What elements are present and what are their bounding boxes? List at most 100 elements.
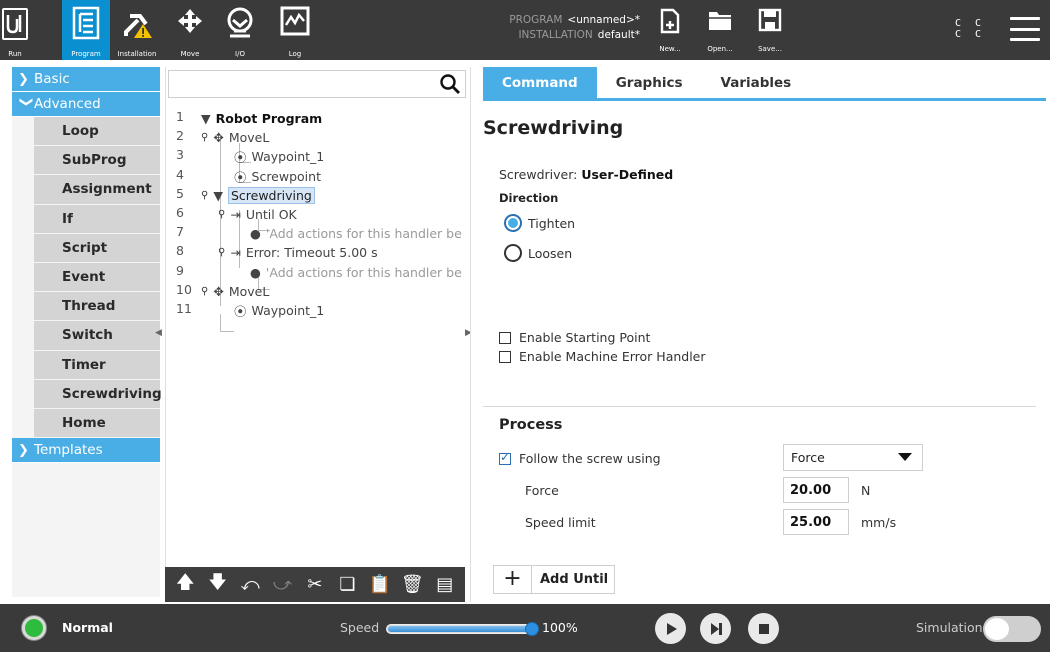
tree-row[interactable]: 3 ⦿ Waypoint_1 xyxy=(166,147,466,166)
tree-row[interactable]: 10 ⚲ ✥ MoveL xyxy=(166,282,466,301)
pin-icon: ⚲ xyxy=(218,247,226,259)
tree-row[interactable]: 5 ⚲ ▼ Screwdriving xyxy=(166,186,466,205)
tree-row[interactable]: 11 ⦿ Waypoint_1 xyxy=(166,301,466,320)
robot-status-indicator[interactable] xyxy=(22,616,46,640)
tree-node-label: Error: Timeout 5.00 s xyxy=(245,245,378,261)
loosen-radio[interactable]: Loosen xyxy=(504,244,572,262)
redo-icon[interactable]: ⤻ xyxy=(270,574,296,595)
program-key: PROGRAM xyxy=(509,14,563,26)
checkbox-checked-icon xyxy=(499,450,511,465)
sidebar-item-script[interactable]: Script xyxy=(34,233,160,263)
direction-label: Direction xyxy=(499,191,559,205)
speed-limit-unit: mm/s xyxy=(861,515,897,530)
step-button[interactable] xyxy=(700,613,731,644)
stop-button[interactable] xyxy=(748,613,779,644)
speed-slider-knob[interactable] xyxy=(525,622,539,636)
undo-icon[interactable]: ⤺ xyxy=(237,574,263,595)
tab-installation[interactable]: Installation xyxy=(112,0,162,60)
tab-io[interactable]: I/O xyxy=(218,0,262,60)
tree-node-label: Waypoint_1 xyxy=(251,149,325,165)
sidebar-item-if[interactable]: If xyxy=(34,204,160,234)
speed-label: Speed xyxy=(340,620,380,635)
open-button[interactable]: Open... xyxy=(698,8,742,58)
sidebar-item-timer[interactable]: Timer xyxy=(34,350,160,380)
tree-node-label: MoveL xyxy=(228,130,270,146)
follow-method-select[interactable]: Force xyxy=(783,444,923,471)
category-basic[interactable]: ❯ Basic xyxy=(12,67,160,92)
tab-program-label: Program xyxy=(71,50,101,58)
category-templates-label: Templates xyxy=(34,442,103,459)
collapse-sidebar-handle-icon[interactable]: ◀ xyxy=(155,328,163,340)
tab-graphics[interactable]: Graphics xyxy=(597,67,702,98)
tree-row[interactable]: 8 ⚲ ⇥ Error: Timeout 5.00 s xyxy=(166,243,466,262)
sidebar-item-switch[interactable]: Switch xyxy=(34,321,160,351)
tab-program[interactable]: Program xyxy=(62,0,110,60)
save-button[interactable]: Save... xyxy=(748,8,792,58)
tree-row[interactable]: 9 ● 'Add actions for this handler be xyxy=(166,263,466,282)
speed-slider-fill xyxy=(388,626,534,632)
delete-icon[interactable]: 🗑 xyxy=(399,574,425,595)
tab-variables[interactable]: Variables xyxy=(702,67,811,98)
category-templates[interactable]: ❯ Templates xyxy=(12,438,160,464)
search-icon[interactable] xyxy=(439,73,461,95)
pin-icon: ⚲ xyxy=(201,189,209,201)
sidebar-item-loop[interactable]: Loop xyxy=(34,117,160,147)
tree-row[interactable]: 1 ▼ Robot Program xyxy=(166,109,466,128)
cut-icon[interactable]: ✂ xyxy=(302,574,328,595)
machine-error-checkbox[interactable]: Enable Machine Error Handler xyxy=(499,349,706,364)
line-number: 9 xyxy=(176,262,184,278)
category-advanced[interactable]: ❯ Advanced xyxy=(12,92,160,117)
speed-limit-input[interactable]: 25.00 xyxy=(783,509,849,535)
sidebar-item-assignment[interactable]: Assignment xyxy=(34,175,160,205)
expand-triangle-icon[interactable]: ▼ xyxy=(213,188,223,203)
tree-search-input[interactable] xyxy=(168,70,466,98)
tree-node-label: Until OK xyxy=(245,207,297,222)
sidebar-item-subprog[interactable]: SubProg xyxy=(34,146,160,176)
new-button[interactable]: New... xyxy=(648,8,692,58)
tab-run[interactable]: Run xyxy=(0,0,30,60)
expand-triangle-icon[interactable]: ▼ xyxy=(201,111,211,126)
tree-row[interactable]: 4 ⦿ Screwpoint xyxy=(166,167,466,186)
speed-slider[interactable] xyxy=(386,622,539,636)
tree-node-label: 'Add actions for this handler be xyxy=(265,226,462,242)
play-button[interactable] xyxy=(655,613,686,644)
move-down-icon[interactable]: 🡇 xyxy=(205,570,231,600)
suppress-icon[interactable]: ▤ xyxy=(432,574,458,595)
follow-screw-checkbox[interactable]: Follow the screw using xyxy=(499,450,661,466)
program-name: <unnamed>* xyxy=(567,14,640,26)
tab-move[interactable]: Move xyxy=(170,0,210,60)
force-input[interactable]: 20.00 xyxy=(783,477,849,503)
tree-row[interactable]: 7 ● 'Add actions for this handler be xyxy=(166,224,466,243)
log-chart-icon xyxy=(280,6,310,36)
tab-command[interactable]: Command xyxy=(483,67,597,98)
hamburger-menu-icon[interactable] xyxy=(1010,17,1040,41)
line-number: 8 xyxy=(176,243,184,259)
sidebar-item-thread[interactable]: Thread xyxy=(34,292,160,322)
copy-icon[interactable]: ❏ xyxy=(334,574,360,595)
paste-icon[interactable]: 📋 xyxy=(367,574,393,595)
sidebar-item-event[interactable]: Event xyxy=(34,262,160,293)
line-number: 6 xyxy=(176,205,184,220)
sidebar-item-home[interactable]: Home xyxy=(34,408,160,439)
move-arrows-icon: ✥ xyxy=(213,130,224,146)
tighten-radio[interactable]: Tighten xyxy=(504,214,575,232)
simulation-toggle[interactable] xyxy=(983,616,1041,642)
starting-point-checkbox[interactable]: Enable Starting Point xyxy=(499,330,650,345)
screwdriver-value: User-Defined xyxy=(581,167,674,182)
robot-status-text: Normal xyxy=(62,620,113,635)
move-up-icon[interactable]: 🡅 xyxy=(172,570,198,600)
installation-name: default* xyxy=(597,29,640,41)
command-panel: Command Graphics Variables Screwdriving … xyxy=(470,67,1046,602)
cc-top: C C xyxy=(955,18,986,29)
add-until-button[interactable]: + Add Until xyxy=(493,565,615,594)
starting-point-label: Enable Starting Point xyxy=(519,330,651,345)
tree-row[interactable]: 6 ⚲ ⇥ Until OK xyxy=(166,205,466,224)
tab-log[interactable]: Log xyxy=(272,0,318,60)
chevron-right-icon: ❯ xyxy=(18,442,29,458)
handler-arrow-icon: ⇥ xyxy=(230,245,241,261)
sidebar-item-screwdriving[interactable]: Screwdriving xyxy=(34,379,162,409)
tree-node-label: Robot Program xyxy=(215,111,323,126)
tree-row[interactable]: 2 ⚲ ✥ MoveL xyxy=(166,128,466,147)
line-number: 10 xyxy=(176,281,192,297)
top-bar: Run Program Installation Move I/O Log PR… xyxy=(0,0,1050,60)
